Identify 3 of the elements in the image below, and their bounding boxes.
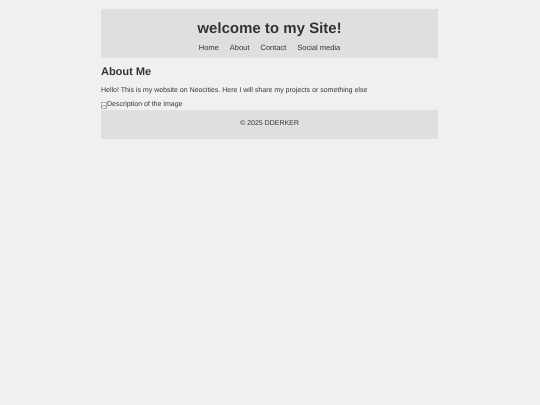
- broken-image-icon: [101, 102, 107, 108]
- site-title: welcome to my Site!: [197, 20, 342, 38]
- section-heading: About Me: [101, 65, 152, 79]
